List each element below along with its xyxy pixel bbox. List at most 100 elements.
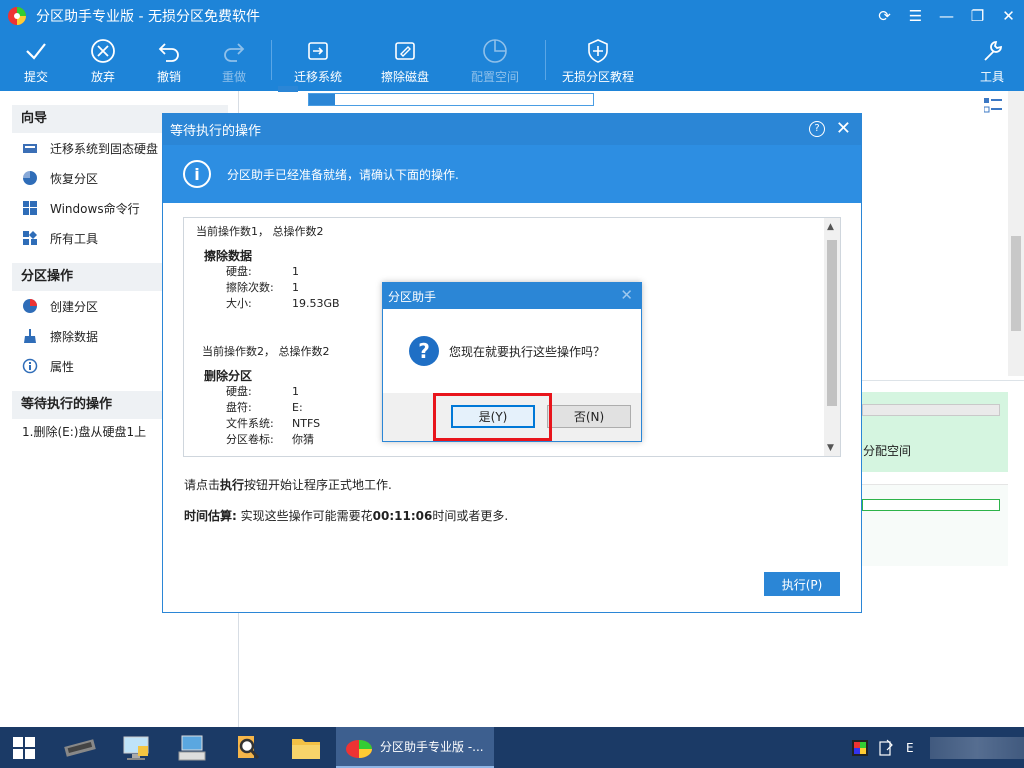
unallocated-label: 分配空间 (863, 444, 912, 458)
undo-label: 撤销 (156, 70, 181, 84)
op1-field: 大小: 19.53GB (226, 297, 340, 310)
execute-hint: 请点击执行按钮开始让程序正式地工作. (184, 478, 392, 492)
redo-label: 重做 (221, 70, 246, 84)
sidebar-item-label: 属性 (50, 359, 75, 374)
op2-title: 删除分区 (204, 369, 253, 383)
discard-label: 放弃 (90, 70, 115, 84)
taskbar-app-explorer[interactable] (278, 727, 334, 768)
no-button[interactable]: 否(N) (547, 405, 631, 428)
disk-usage-bar (308, 93, 594, 106)
info-banner: i 分区助手已经准备就绪，请确认下面的操作. (163, 145, 861, 203)
unallocated-partition-card[interactable]: 分配空间 (860, 392, 1008, 472)
taskbar-active-app[interactable]: 分区助手专业版 -... (336, 727, 494, 768)
pen-tablet-icon[interactable] (878, 739, 894, 757)
toolbar-divider (271, 40, 272, 80)
view-toggle-icon[interactable] (984, 98, 1002, 114)
question-icon: ? (409, 336, 439, 366)
taskbar-app-keyboard[interactable] (164, 727, 220, 768)
maximize-button[interactable]: ❐ (962, 0, 993, 32)
tutorial-button[interactable]: 无损分区教程 (560, 34, 636, 90)
pie-icon (483, 39, 507, 63)
commit-button[interactable]: 提交 (18, 34, 54, 90)
operations-scrollbar[interactable]: ▲ ▼ (824, 218, 840, 456)
banner-text: 分区助手已经准备就绪，请确认下面的操作. (227, 167, 459, 182)
recover-icon (22, 170, 38, 186)
migrate-disk-icon (308, 42, 328, 60)
wipe-icon (22, 328, 38, 344)
network-computer-icon (123, 736, 149, 760)
dialog-title-bar: 等待执行的操作 (163, 114, 861, 145)
app-logo-icon (346, 739, 372, 758)
scrollbar-thumb[interactable] (827, 240, 837, 406)
shield-icon (588, 39, 608, 63)
sidebar-item-label: 创建分区 (50, 299, 99, 314)
tutorial-label: 无损分区教程 (561, 70, 634, 84)
op2-field: 文件系统: NTFS (226, 417, 321, 430)
sidebar-item-label: 迁移系统到固态硬盘 (50, 141, 159, 156)
taskbar-app-search[interactable] (220, 727, 276, 768)
partition-bar (862, 404, 1000, 416)
confirm-close-icon[interactable]: ✕ (620, 286, 633, 304)
op1-field: 硬盘: 1 (226, 265, 299, 278)
help-icon[interactable]: ? (809, 121, 825, 137)
minimize-button[interactable]: — (931, 0, 962, 32)
scroll-up-icon[interactable]: ▲ (827, 222, 834, 232)
disk-usage-fill (309, 94, 335, 105)
windows-logo-icon (13, 736, 35, 759)
commit-label: 提交 (23, 70, 48, 84)
dialog-title: 等待执行的操作 (170, 124, 262, 139)
tools-button[interactable]: 工具 (976, 34, 1008, 90)
migrate-os-label: 迁移系统 (293, 70, 342, 84)
allocate-space-button[interactable]: 配置空间 (467, 34, 523, 90)
create-partition-icon (22, 298, 38, 314)
op1-field: 擦除次数: 1 (226, 281, 299, 294)
window-title: 分区助手专业版 - 无损分区免费软件 (36, 9, 260, 25)
color-settings-icon[interactable] (852, 739, 868, 756)
partition-bar (862, 499, 1000, 511)
migrate-icon (22, 140, 38, 156)
execute-button[interactable]: 执行(P) (764, 572, 840, 596)
info-icon: i (183, 160, 211, 188)
sidebar-item-label: Windows命令行 (50, 201, 140, 216)
op2-field: 硬盘: 1 (226, 385, 299, 398)
wipe-disk-button[interactable]: 擦除磁盘 (377, 34, 433, 90)
info-icon (22, 358, 38, 374)
close-window-button[interactable]: ✕ (993, 0, 1024, 32)
redo-button[interactable]: 重做 (216, 34, 252, 90)
system-tray: E (852, 727, 914, 768)
check-icon (26, 43, 46, 60)
app-header: 分区助手专业版 - 无损分区免费软件 ⟳ ☰ — ❐ ✕ 提交 放弃 撤销 重做… (0, 0, 1024, 91)
migrate-os-button[interactable]: 迁移系统 (290, 34, 346, 90)
tools-label: 工具 (979, 70, 1004, 84)
tools-grid-icon (22, 230, 38, 246)
folder-icon (292, 738, 320, 759)
confirm-message: 您现在就要执行这些操作吗？ (449, 344, 606, 359)
wrench-icon (984, 41, 1002, 61)
confirm-body: ? 您现在就要执行这些操作吗？ (383, 309, 641, 393)
op2-field: 盘符: E: (226, 401, 303, 414)
scroll-down-icon[interactable]: ▼ (827, 443, 834, 453)
window-controls: ⟳ ☰ — ❐ ✕ (869, 0, 1024, 32)
refresh-icon[interactable]: ⟳ (869, 0, 900, 32)
dialog-close-icon[interactable]: ✕ (836, 118, 851, 139)
keyboard-computer-icon (178, 735, 206, 760)
memory-chip-icon (64, 738, 96, 757)
taskbar-app-chip[interactable] (52, 727, 108, 768)
undo-button[interactable]: 撤销 (151, 34, 187, 90)
cancel-circle-icon (91, 39, 115, 63)
menu-icon[interactable]: ☰ (900, 0, 931, 32)
toolbar-divider (545, 40, 546, 80)
taskbar-app-network[interactable] (108, 727, 164, 768)
sidebar-item-label: 所有工具 (50, 231, 99, 246)
partition-card[interactable] (860, 484, 1008, 566)
confirm-title-bar: 分区助手 (383, 283, 641, 309)
main-scrollbar[interactable] (1008, 91, 1024, 376)
wipe-disk-icon (395, 42, 415, 60)
confirm-title: 分区助手 (388, 289, 437, 304)
magnifier-icon (238, 735, 260, 759)
discard-button[interactable]: 放弃 (85, 34, 121, 90)
sidebar-item-label: 擦除数据 (50, 329, 99, 344)
sidebar-item-label: 恢复分区 (50, 171, 99, 186)
start-button[interactable] (0, 727, 48, 768)
scrollbar-thumb[interactable] (1011, 236, 1021, 331)
